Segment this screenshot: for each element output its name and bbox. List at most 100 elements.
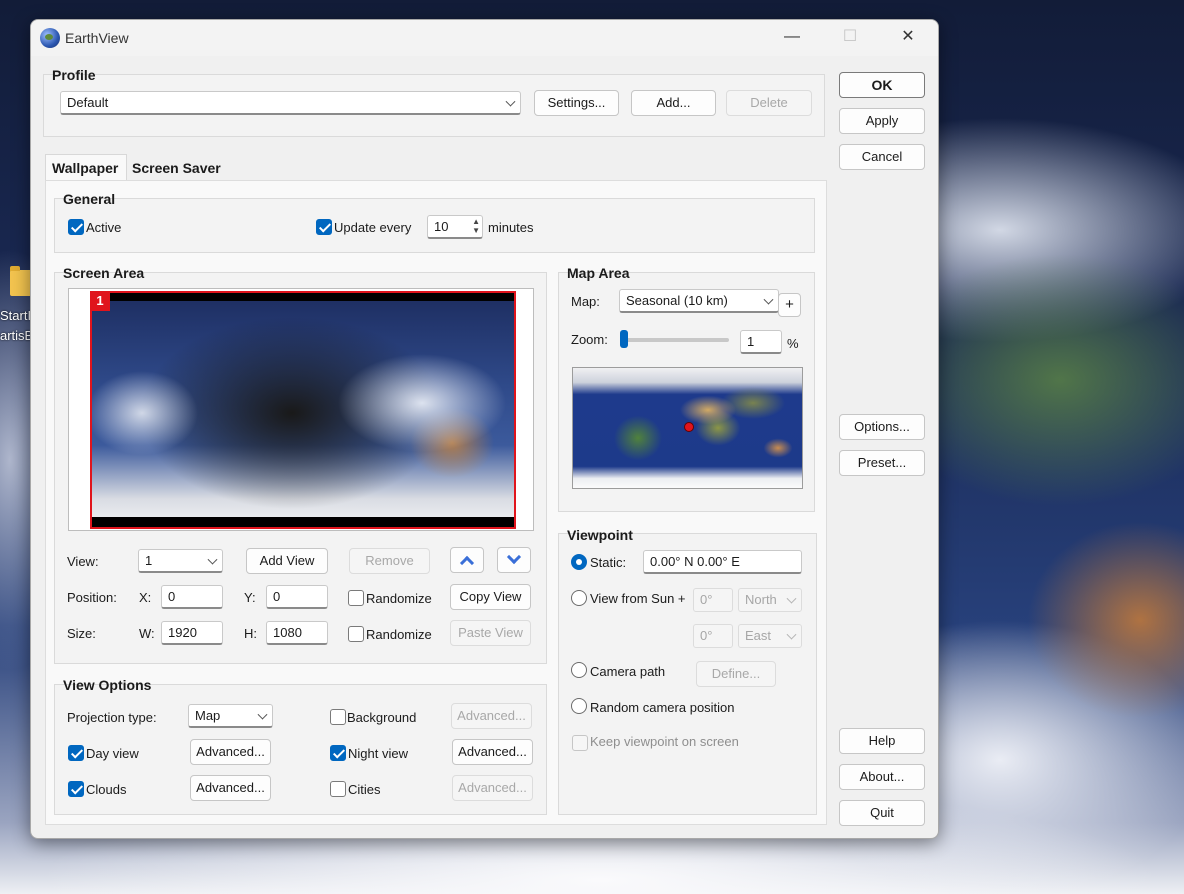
clouds-checkbox[interactable] [68, 781, 84, 797]
update-every-checkbox[interactable] [316, 219, 332, 235]
apply-button[interactable]: Apply [839, 108, 925, 134]
define-camera-path-button[interactable]: Define... [696, 661, 776, 687]
copy-view-button[interactable]: Copy View [450, 584, 531, 610]
chevron-down-icon [257, 709, 268, 720]
day-view-checkbox[interactable] [68, 745, 84, 761]
static-coordinates-input[interactable]: 0.00° N 0.00° E [643, 550, 802, 574]
spin-arrows-icon[interactable]: ▲ ▼ [472, 217, 480, 235]
keep-viewpoint-checkbox[interactable] [572, 735, 588, 751]
size-width-input[interactable]: 1920 [161, 621, 223, 645]
map-type-value: Seasonal (10 km) [626, 293, 728, 308]
quit-button[interactable]: Quit [839, 800, 925, 826]
general-title: General [63, 191, 116, 207]
cancel-button[interactable]: Cancel [839, 144, 925, 170]
sun-longitude-direction-value: East [745, 628, 772, 643]
add-profile-button[interactable]: Add... [631, 90, 716, 116]
viewpoint-marker-icon[interactable] [684, 422, 694, 432]
sun-longitude-input[interactable]: 0° [693, 624, 733, 648]
title-bar: EarthView — ☐ ✕ [31, 20, 938, 56]
options-button[interactable]: Options... [839, 414, 925, 440]
clouds-advanced-button[interactable]: Advanced... [190, 775, 271, 801]
camera-path-radio[interactable] [571, 662, 587, 678]
sun-latitude-direction-select[interactable]: North [738, 588, 802, 612]
chevron-down-icon [505, 96, 516, 107]
profile-select[interactable]: Default [60, 91, 521, 115]
keep-viewpoint-label: Keep viewpoint on screen [590, 734, 739, 749]
arrow-up-icon [459, 555, 475, 571]
close-button[interactable]: ✕ [893, 26, 923, 50]
x-label: X: [139, 590, 152, 605]
position-x-input[interactable]: 0 [161, 585, 223, 609]
add-view-button[interactable]: Add View [246, 548, 328, 574]
map-type-select[interactable]: Seasonal (10 km) [619, 289, 779, 313]
sun-longitude-direction-select[interactable]: East [738, 624, 802, 648]
chevron-down-icon [763, 294, 774, 305]
size-height-input[interactable]: 1080 [266, 621, 328, 645]
projection-type-value: Map [195, 708, 221, 723]
h-label: H: [244, 626, 257, 641]
map-area-title: Map Area [567, 265, 630, 281]
static-label: Static: [590, 555, 627, 570]
projection-type-select[interactable]: Map [188, 704, 273, 728]
delete-profile-button[interactable]: Delete [726, 90, 812, 116]
update-interval-value: 10 [434, 219, 449, 234]
update-interval-spinner[interactable]: 10 ▲ ▼ [427, 215, 483, 239]
view-select[interactable]: 1 [138, 549, 223, 573]
randomize-size-label: Randomize [366, 627, 432, 642]
sun-latitude-input[interactable]: 0° [693, 588, 733, 612]
cities-advanced-button[interactable]: Advanced... [452, 775, 533, 801]
cities-label: Cities [348, 782, 381, 797]
zoom-slider-track[interactable] [623, 338, 729, 342]
night-view-checkbox[interactable] [330, 745, 346, 761]
maximize-button[interactable]: ☐ [835, 26, 865, 50]
earth-app-icon [40, 28, 60, 48]
random-camera-label: Random camera position [590, 700, 735, 715]
ok-button[interactable]: OK [839, 72, 925, 98]
desktop-icon-label-2: artisB [0, 328, 34, 343]
preset-button[interactable]: Preset... [839, 450, 925, 476]
profile-title: Profile [52, 67, 96, 83]
desktop-folder-icon[interactable]: StartI artisB [0, 266, 34, 348]
about-button[interactable]: About... [839, 764, 925, 790]
folder-icon [10, 266, 32, 296]
profile-select-value: Default [67, 95, 109, 110]
screen-preview-image[interactable]: 1 [90, 291, 516, 529]
background-label: Background [347, 710, 417, 725]
settings-button[interactable]: Settings... [534, 90, 619, 116]
view-label: View: [67, 554, 99, 569]
remove-view-button[interactable]: Remove [349, 548, 430, 574]
active-checkbox[interactable] [68, 219, 84, 235]
cities-checkbox[interactable] [330, 781, 346, 797]
paste-view-button[interactable]: Paste View [450, 620, 531, 646]
night-view-advanced-button[interactable]: Advanced... [452, 739, 533, 765]
background-checkbox[interactable] [330, 709, 346, 725]
map-area-preview[interactable] [572, 367, 803, 489]
w-label: W: [139, 626, 155, 641]
arrow-down-icon [506, 549, 522, 565]
move-up-button[interactable] [450, 547, 484, 573]
chevron-down-icon [786, 629, 797, 640]
update-every-label: Update every [334, 220, 412, 235]
randomize-size-checkbox[interactable] [348, 626, 364, 642]
chevron-down-icon [207, 554, 218, 565]
tab-wallpaper[interactable]: Wallpaper [45, 154, 127, 182]
add-map-button[interactable]: + [778, 293, 801, 317]
y-label: Y: [244, 590, 256, 605]
tab-screen-saver[interactable]: Screen Saver [132, 160, 221, 176]
background-advanced-button[interactable]: Advanced... [451, 703, 532, 729]
day-view-advanced-button[interactable]: Advanced... [190, 739, 271, 765]
position-y-input[interactable]: 0 [266, 585, 328, 609]
viewpoint-title: Viewpoint [567, 527, 633, 543]
minimize-button[interactable]: — [777, 26, 807, 50]
zoom-slider-thumb[interactable] [620, 330, 628, 348]
screen-preview-frame: 1 [68, 288, 534, 531]
move-down-button[interactable] [497, 547, 531, 573]
randomize-position-checkbox[interactable] [348, 590, 364, 606]
view-from-sun-radio[interactable] [571, 590, 587, 606]
zoom-input[interactable]: 1 [740, 330, 782, 354]
random-camera-radio[interactable] [571, 698, 587, 714]
help-button[interactable]: Help [839, 728, 925, 754]
sun-latitude-direction-value: North [745, 592, 777, 607]
map-label: Map: [571, 294, 600, 309]
static-radio[interactable] [571, 554, 587, 570]
